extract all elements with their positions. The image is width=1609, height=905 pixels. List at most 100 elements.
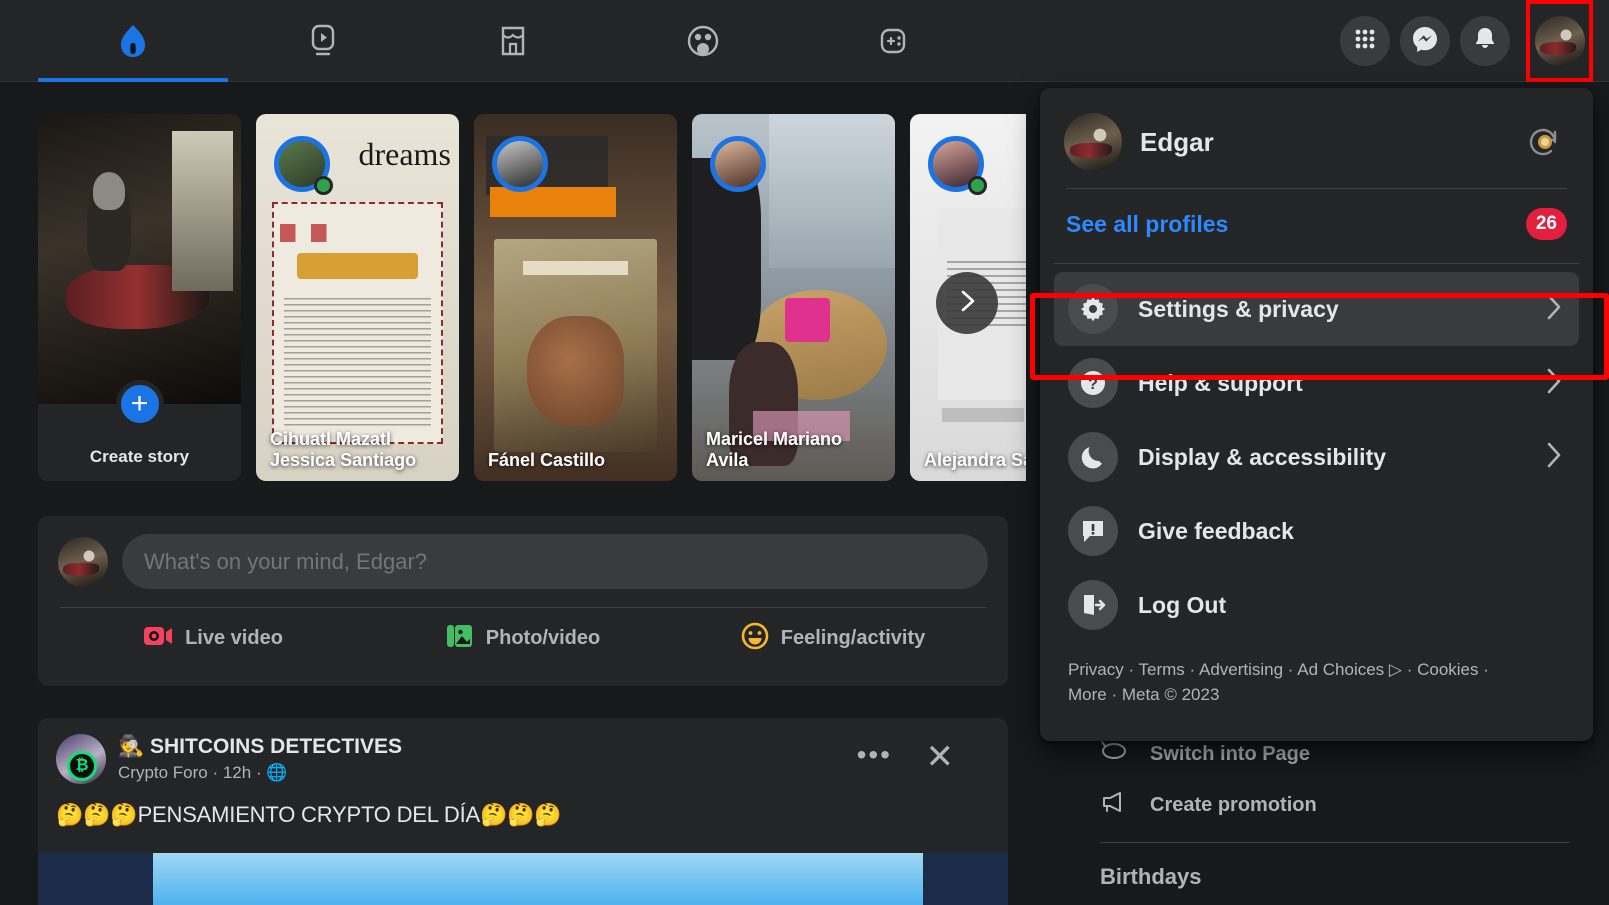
- moon-icon: [1068, 432, 1118, 482]
- menu-profile-row[interactable]: Edgar: [1054, 102, 1579, 182]
- groups-icon: [687, 24, 719, 58]
- feedback-icon: [1068, 506, 1118, 556]
- question-icon: ?: [1068, 358, 1118, 408]
- post-composer: Live video Photo/video: [38, 516, 1008, 686]
- post-author-avatar[interactable]: ₿: [56, 734, 106, 784]
- profile-count-badge: 26: [1525, 208, 1567, 240]
- live-video-icon: [143, 624, 173, 653]
- menu-item-give-feedback[interactable]: Give feedback: [1054, 494, 1579, 568]
- composer-action-row: Live video Photo/video Feeling/activity: [58, 608, 988, 668]
- chevron-right-icon: [1543, 292, 1565, 327]
- composer-photo-video-button[interactable]: Photo/video: [368, 623, 678, 654]
- rail-item-label: Create promotion: [1150, 793, 1317, 816]
- nav-tab-gaming[interactable]: [798, 0, 988, 82]
- story-author-name: Maricel Mariano Avila: [706, 429, 843, 471]
- see-all-profiles-label: See all profiles: [1066, 210, 1229, 237]
- create-story-label: Create story: [89, 447, 190, 466]
- menu-item-label: Give feedback: [1138, 517, 1294, 544]
- menu-divider-mid: [1054, 263, 1579, 264]
- post-close-button[interactable]: ✕: [926, 740, 955, 774]
- nav-tab-marketplace[interactable]: [418, 0, 608, 82]
- menu-footer-links: Privacy · Terms · Advertising · Ad Choic…: [1054, 642, 1579, 707]
- nav-tab-groups[interactable]: [608, 0, 798, 82]
- marketplace-icon: [498, 24, 528, 58]
- nav-tab-list: [38, 0, 988, 82]
- menu-item-help-support[interactable]: ? Help & support: [1054, 346, 1579, 420]
- video-icon: [308, 24, 338, 58]
- bitcoin-icon: ₿: [67, 751, 97, 781]
- feed-post: ₿ 🕵️ SHITCOINS DETECTIVES Crypto Foro · …: [38, 718, 1008, 905]
- gear-icon: [1068, 284, 1118, 334]
- post-meta: Crypto Foro · 12h · 🌐: [118, 763, 288, 783]
- menu-item-label: Log Out: [1138, 591, 1227, 618]
- post-author-block: 🕵️ SHITCOINS DETECTIVES Crypto Foro · 12…: [118, 734, 402, 783]
- story-card[interactable]: Maricel Mariano Avila: [692, 114, 895, 481]
- bell-icon: [1472, 26, 1498, 57]
- topbar-right-controls: [1340, 0, 1593, 82]
- story-author-name: Cihuatl Mazatl Jessica Santiago: [270, 429, 417, 471]
- svg-text:?: ?: [1088, 376, 1098, 393]
- rail-item-switch-into-page[interactable]: Switch into Page: [1100, 738, 1310, 770]
- account-menu-panel: Edgar See all profiles 26 Settings & pri…: [1040, 88, 1593, 741]
- see-all-profiles-row[interactable]: See all profiles 26: [1054, 189, 1579, 259]
- messenger-button[interactable]: [1400, 16, 1450, 66]
- rail-item-label: Switch into Page: [1150, 742, 1311, 765]
- photo-video-icon: [446, 623, 474, 654]
- story-avatar-ring: [710, 136, 766, 192]
- footer-line-1[interactable]: Privacy · Terms · Advertising · Ad Choic…: [1068, 660, 1489, 679]
- chevron-right-icon: [954, 288, 980, 319]
- composer-feeling-activity-label: Feeling/activity: [780, 626, 926, 649]
- menu-profile-avatar: [1064, 113, 1122, 171]
- composer-input[interactable]: [122, 534, 988, 589]
- menu-profile-name: Edgar: [1140, 126, 1214, 157]
- story-avatar-ring: [492, 136, 548, 192]
- post-more-options-button[interactable]: •••: [857, 741, 892, 769]
- top-navigation-bar: [0, 0, 1609, 82]
- composer-live-video-label: Live video: [185, 626, 283, 649]
- switch-page-icon: [1100, 738, 1128, 770]
- create-story-photo: [38, 114, 241, 404]
- rail-divider: [1100, 842, 1570, 843]
- post-text: 🤔🤔🤔PENSAMIENTO CRYPTO DEL DÍA🤔🤔🤔: [56, 802, 562, 827]
- nav-tab-video[interactable]: [228, 0, 418, 82]
- menu-item-label: Help & support: [1138, 369, 1303, 396]
- composer-live-video-button[interactable]: Live video: [58, 624, 368, 653]
- menu-item-label: Settings & privacy: [1138, 295, 1339, 322]
- feeling-icon: [741, 622, 769, 655]
- stories-next-button[interactable]: [936, 272, 998, 334]
- rail-heading-birthdays: Birthdays: [1100, 864, 1202, 889]
- rail-item-create-promotion[interactable]: Create promotion: [1100, 789, 1317, 821]
- switch-profile-icon[interactable]: [1519, 118, 1567, 166]
- post-image[interactable]: [38, 853, 1008, 905]
- post-author-name[interactable]: 🕵️ SHITCOINS DETECTIVES: [118, 734, 402, 760]
- grid-icon: [1353, 27, 1377, 56]
- menu-item-log-out[interactable]: Log Out: [1054, 568, 1579, 642]
- notifications-button[interactable]: [1460, 16, 1510, 66]
- menu-item-settings-privacy[interactable]: Settings & privacy: [1054, 272, 1579, 346]
- post-header: ₿ 🕵️ SHITCOINS DETECTIVES Crypto Foro · …: [56, 734, 990, 784]
- story-card[interactable]: Fánel Castillo: [474, 114, 677, 481]
- megaphone-icon: [1100, 789, 1128, 821]
- gaming-icon: [878, 24, 908, 58]
- story-online-dot: [314, 176, 333, 195]
- composer-photo-video-label: Photo/video: [485, 626, 601, 649]
- menu-item-display-accessibility[interactable]: Display & accessibility: [1054, 420, 1579, 494]
- create-story-card[interactable]: + Create story: [38, 114, 241, 481]
- messenger-icon: [1411, 25, 1439, 58]
- composer-feeling-activity-button[interactable]: Feeling/activity: [678, 622, 988, 655]
- menu-grid-button[interactable]: [1340, 16, 1390, 66]
- avatar: [1534, 16, 1585, 66]
- chevron-right-icon: [1543, 366, 1565, 401]
- composer-input-row: [58, 534, 988, 589]
- footer-line-2[interactable]: More · Meta © 2023: [1068, 685, 1219, 704]
- chevron-right-icon: [1543, 440, 1565, 475]
- story-card[interactable]: dreams Cihuatl Mazatl Jessica Santiago: [256, 114, 459, 481]
- home-icon: [117, 24, 149, 58]
- story-author-name: Fánel Castillo: [488, 450, 606, 471]
- logout-icon: [1068, 580, 1118, 630]
- menu-item-label: Display & accessibility: [1138, 443, 1387, 470]
- nav-tab-home[interactable]: [38, 0, 228, 82]
- account-avatar-button[interactable]: [1526, 0, 1593, 82]
- composer-avatar: [58, 536, 108, 587]
- create-story-plus-icon: +: [115, 380, 164, 428]
